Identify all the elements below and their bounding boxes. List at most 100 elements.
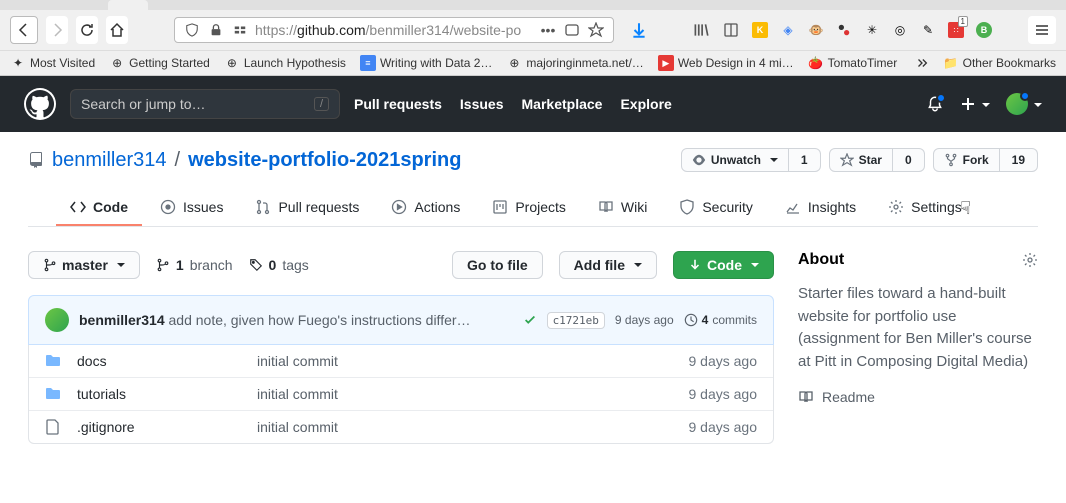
github-search[interactable]: Search or jump to…/ [70, 89, 340, 119]
separator: / [175, 149, 181, 172]
folder-icon [45, 386, 65, 402]
repo-actions: Unwatch 1 Star 0 Fork 19 [681, 148, 1038, 172]
meatball-icon[interactable]: ••• [539, 21, 557, 39]
add-file-button[interactable]: Add file [559, 251, 657, 279]
other-bookmarks[interactable]: 📁Other Bookmarks [943, 55, 1056, 71]
tab-security[interactable]: Security [665, 190, 767, 226]
goto-file-button[interactable]: Go to file [452, 251, 543, 279]
repo-name-link[interactable]: website-portfolio-2021spring [188, 149, 461, 172]
bookmark-majoring[interactable]: ⊕majoringinmeta.net/… [506, 55, 643, 71]
commit-message[interactable]: benmiller314 add note, given how Fuego's… [79, 312, 513, 328]
watch-count[interactable]: 1 [789, 148, 821, 172]
file-row[interactable]: tutorials initial commit 9 days ago [29, 377, 773, 410]
bookmarks-overflow[interactable] [915, 56, 929, 70]
file-time: 9 days ago [689, 386, 758, 402]
avatar [1006, 93, 1028, 115]
file-row[interactable]: .gitignore initial commit 9 days ago [29, 410, 773, 443]
menu-button[interactable] [1028, 16, 1056, 44]
bookmark-star-icon[interactable] [587, 21, 605, 39]
bookmark-launch-hypothesis[interactable]: ⊕Launch Hypothesis [224, 55, 346, 71]
about-title: About [798, 251, 844, 269]
repo-icon [28, 152, 44, 168]
forward-button[interactable] [46, 16, 68, 44]
settings-gear-icon[interactable] [1022, 252, 1038, 268]
bookmark-tomato[interactable]: 🍅TomatoTimer [808, 55, 898, 71]
repo-owner-link[interactable]: benmiller314 [52, 149, 167, 172]
branches-link[interactable]: 1branch [156, 257, 233, 273]
file-commit-msg[interactable]: initial commit [257, 386, 689, 402]
bookmark-most-visited[interactable]: ✦Most Visited [10, 55, 95, 71]
tab-pulls[interactable]: Pull requests [241, 190, 373, 226]
bookmark-getting-started[interactable]: ⊕Getting Started [109, 55, 210, 71]
file-name[interactable]: tutorials [77, 386, 257, 402]
file-commit-msg[interactable]: initial commit [257, 419, 689, 435]
bookmark-web-design[interactable]: ▶Web Design in 4 mi… [658, 55, 794, 71]
commit-time: 9 days ago [615, 313, 674, 327]
unwatch-button[interactable]: Unwatch [681, 148, 789, 172]
notifications-icon[interactable] [926, 95, 944, 113]
tags-link[interactable]: 0tags [249, 257, 309, 273]
fork-button[interactable]: Fork [933, 148, 1000, 172]
commit-sha[interactable]: c1721eb [547, 312, 605, 329]
star-button-group: Star 0 [829, 148, 925, 172]
star-count[interactable]: 0 [893, 148, 925, 172]
about-description: Starter files toward a hand-built websit… [798, 283, 1038, 373]
file-row[interactable]: docs initial commit 9 days ago [29, 345, 773, 377]
create-new-icon[interactable] [960, 96, 990, 112]
bookmark-writing-data[interactable]: ≡Writing with Data 2… [360, 55, 492, 71]
ext-icon-4[interactable] [836, 22, 852, 38]
ext-icon-2[interactable]: ◈ [780, 22, 796, 38]
nav-explore[interactable]: Explore [620, 96, 671, 112]
nav-bar: https://github.com/benmiller314/website-… [0, 10, 1066, 50]
tab-actions[interactable]: Actions [377, 190, 474, 226]
nav-pulls[interactable]: Pull requests [354, 96, 442, 112]
commits-link[interactable]: 4commits [684, 313, 757, 327]
nav-issues[interactable]: Issues [460, 96, 504, 112]
home-button[interactable] [106, 16, 128, 44]
back-button[interactable] [10, 16, 38, 44]
github-logo[interactable] [24, 88, 56, 120]
active-tab[interactable] [108, 0, 148, 10]
repo-head: benmiller314 / website-portfolio-2021spr… [0, 132, 1066, 227]
github-header-right [926, 93, 1042, 115]
sidebar: About Starter files toward a hand-built … [798, 251, 1038, 444]
reader-icon[interactable] [722, 21, 740, 39]
ext-icon-8[interactable]: ∷1 [948, 22, 964, 38]
tab-issues[interactable]: Issues [146, 190, 237, 226]
fork-count[interactable]: 19 [1000, 148, 1038, 172]
ext-icon-6[interactable]: ◎ [892, 22, 908, 38]
fork-button-group: Fork 19 [933, 148, 1038, 172]
downloads-icon[interactable] [630, 21, 648, 39]
tracking-icon[interactable] [563, 21, 581, 39]
main-column: master 1branch 0tags Go to file Add file… [28, 251, 774, 444]
permissions-icon [231, 21, 249, 39]
file-time: 9 days ago [689, 419, 758, 435]
ext-icon-3[interactable]: 🐵 [808, 22, 824, 38]
tab-projects[interactable]: Projects [478, 190, 580, 226]
ext-icon-5[interactable]: ✳ [864, 22, 880, 38]
commit-avatar[interactable] [45, 308, 69, 332]
code-button[interactable]: Code [673, 251, 774, 279]
ext-icon-7[interactable]: ✎ [920, 22, 936, 38]
tab-insights[interactable]: Insights [771, 190, 870, 226]
tab-wiki[interactable]: Wiki [584, 190, 661, 226]
reload-button[interactable] [76, 16, 98, 44]
file-commit-msg[interactable]: initial commit [257, 353, 689, 369]
file-bar: master 1branch 0tags Go to file Add file… [28, 251, 774, 279]
browser-chrome: https://github.com/benmiller314/website-… [0, 0, 1066, 76]
ext-icon-1[interactable]: K [752, 22, 768, 38]
tab-settings[interactable]: Settings [874, 190, 976, 226]
url-bar[interactable]: https://github.com/benmiller314/website-… [174, 17, 614, 43]
shield-icon [183, 21, 201, 39]
tab-code[interactable]: Code [56, 190, 142, 226]
star-button[interactable]: Star [829, 148, 893, 172]
nav-marketplace[interactable]: Marketplace [522, 96, 603, 112]
library-icon[interactable] [692, 21, 710, 39]
latest-commit: benmiller314 add note, given how Fuego's… [28, 295, 774, 345]
user-menu[interactable] [1006, 93, 1042, 115]
branch-select[interactable]: master [28, 251, 140, 279]
file-name[interactable]: docs [77, 353, 257, 369]
ext-icon-9[interactable]: B [976, 22, 992, 38]
file-name[interactable]: .gitignore [77, 419, 257, 435]
readme-link[interactable]: Readme [798, 389, 1038, 405]
